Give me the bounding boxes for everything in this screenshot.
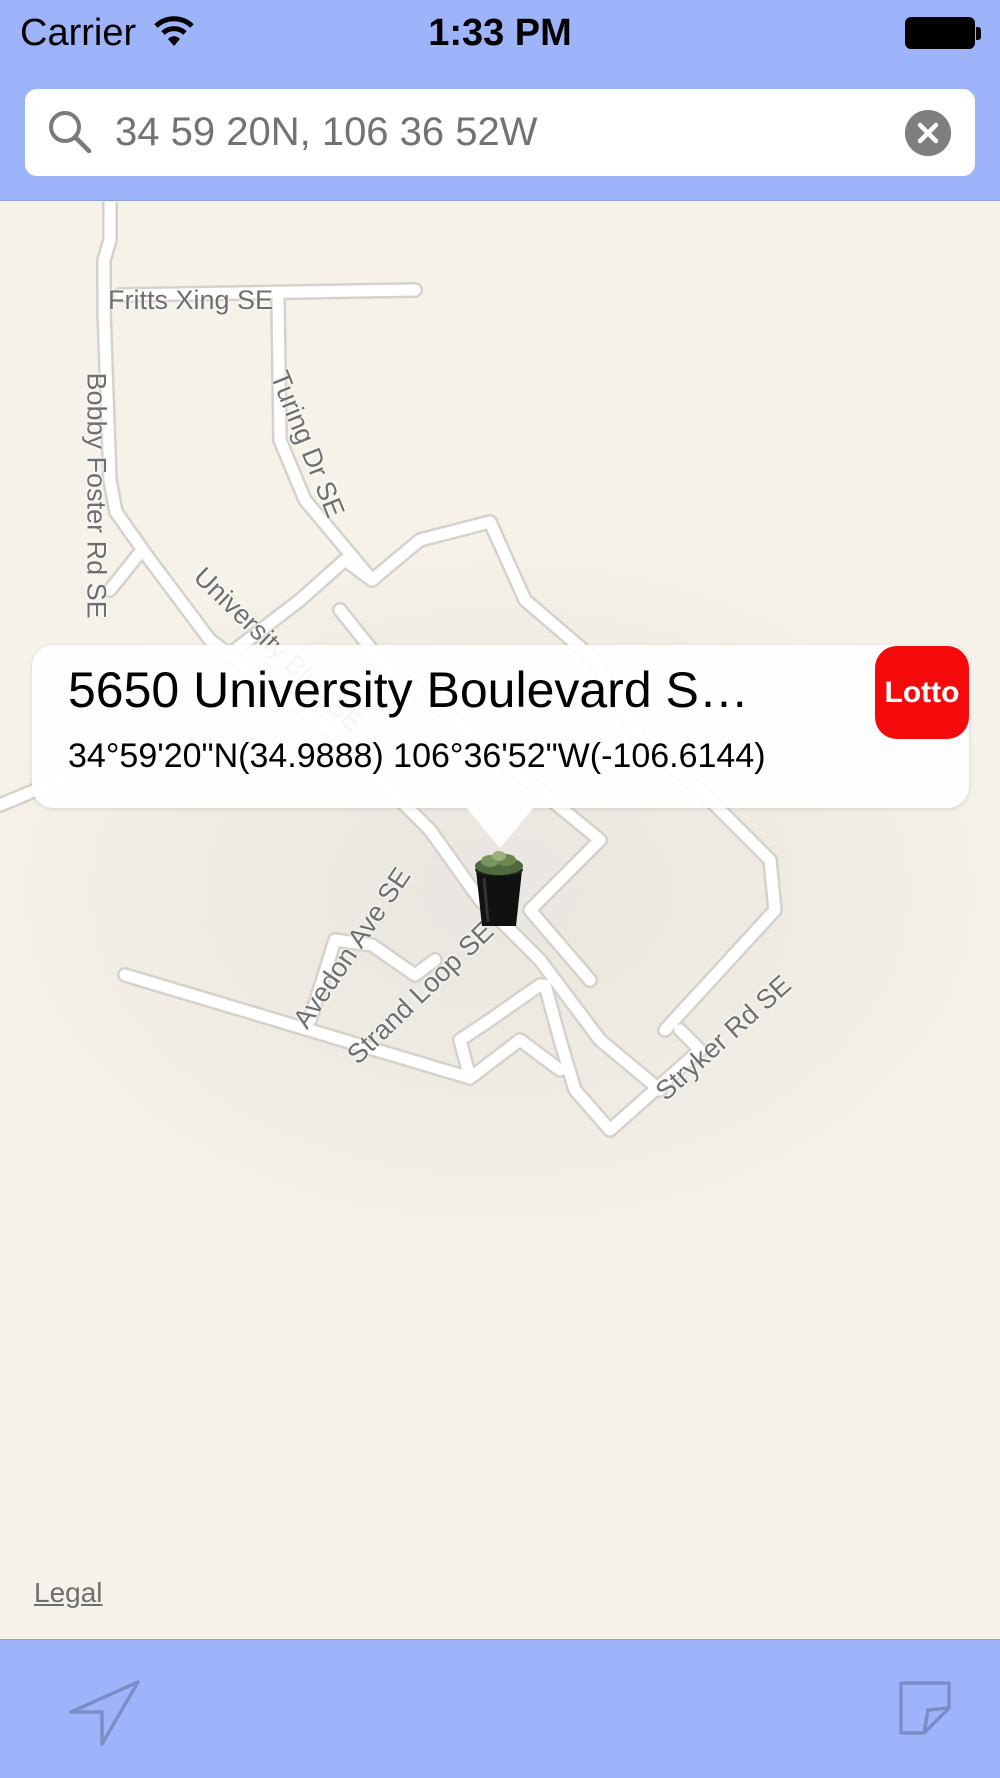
search-input[interactable]: [115, 89, 905, 176]
legal-link[interactable]: Legal: [34, 1577, 103, 1609]
navigation-header: Carrier 1:33 PM: [0, 0, 1000, 201]
status-bar: Carrier 1:33 PM: [0, 0, 1000, 68]
page-curl-icon[interactable]: [898, 1680, 952, 1736]
clear-icon[interactable]: [905, 110, 951, 156]
location-callout[interactable]: 5650 University Boulevard Southeast 34°5…: [32, 645, 969, 808]
lotto-button[interactable]: Lotto: [875, 646, 969, 739]
status-time: 1:33 PM: [428, 12, 572, 54]
search-bar[interactable]: [25, 89, 975, 176]
callout-pointer: [465, 806, 535, 848]
callout-coordinates: 34°59'20"N(34.9888) 106°36'52"W(-106.614…: [68, 737, 766, 775]
battery-icon: [905, 17, 975, 49]
location-arrow-icon[interactable]: [68, 1678, 142, 1746]
street-label-fritts: Fritts Xing SE: [108, 285, 274, 315]
callout-title: 5650 University Boulevard Southeast: [68, 662, 768, 718]
battery-tip: [976, 27, 981, 40]
search-icon: [49, 111, 92, 154]
money-bucket-icon[interactable]: [470, 848, 528, 928]
bottom-toolbar: [0, 1639, 1000, 1778]
street-label-bobby-foster: Bobby Foster Rd SE: [81, 372, 112, 619]
